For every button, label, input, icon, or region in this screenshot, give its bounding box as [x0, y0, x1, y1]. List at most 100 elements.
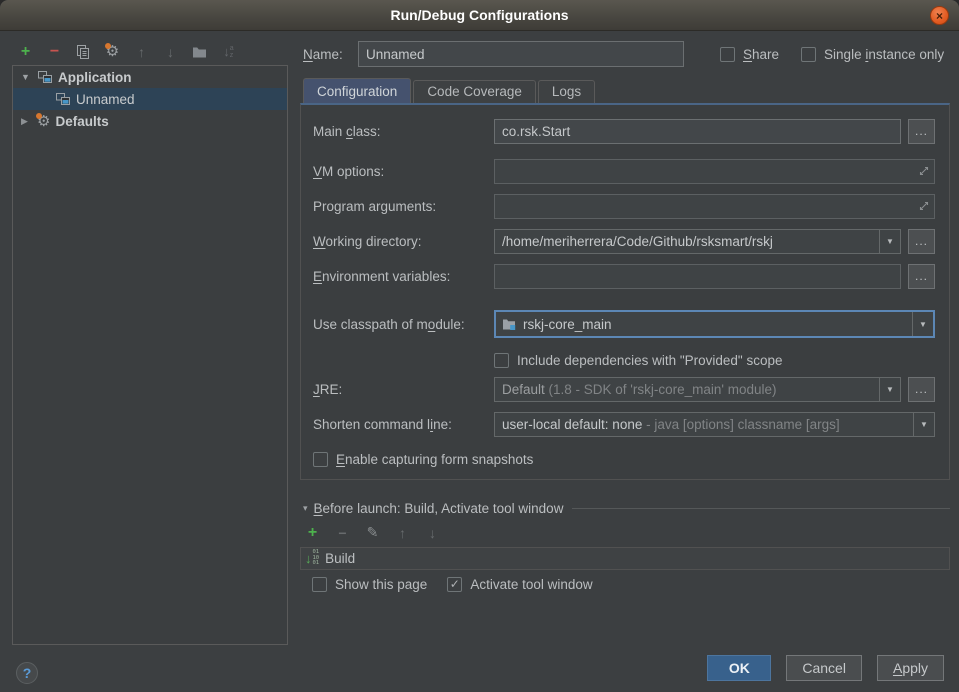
tab-bar: Configuration Code Coverage Logs — [303, 79, 950, 103]
program-arguments-input[interactable] — [494, 194, 935, 219]
plus-icon: + — [21, 43, 30, 61]
main-class-label: Main class: — [313, 124, 494, 139]
tree-item-application[interactable]: ▼ Application — [13, 66, 287, 88]
working-directory-combo[interactable]: /home/meriherrera/Code/Github/rsksmart/r… — [494, 229, 901, 254]
edit-task-button[interactable]: ✎ — [365, 525, 380, 540]
jre-browse-button[interactable]: ... — [908, 377, 935, 402]
before-launch-checkboxes: Show this page ✓ Activate tool window — [312, 577, 593, 592]
shorten-command-line-value: user-local default: none - java [options… — [495, 417, 913, 432]
dropdown-arrow-icon[interactable]: ▼ — [912, 312, 933, 336]
apply-button[interactable]: Apply — [877, 655, 944, 681]
help-button[interactable]: ? — [16, 662, 38, 684]
create-folder-button[interactable] — [191, 43, 208, 60]
jre-combo[interactable]: Default (1.8 - SDK of 'rskj-core_main' m… — [494, 377, 901, 402]
working-directory-label: Working directory: — [313, 234, 494, 249]
close-button[interactable]: × — [930, 6, 949, 25]
environment-variables-browse-button[interactable]: ... — [908, 264, 935, 289]
tab-configuration[interactable]: Configuration — [303, 78, 411, 103]
program-arguments-row: Program arguments: — [313, 193, 935, 219]
pencil-icon: ✎ — [367, 524, 379, 541]
dropdown-arrow-icon[interactable]: ▼ — [879, 230, 900, 253]
expand-icon[interactable] — [918, 165, 930, 180]
single-instance-checkbox-group[interactable]: Single instance only — [801, 47, 944, 62]
main-class-input[interactable] — [494, 119, 901, 144]
tab-code-coverage[interactable]: Code Coverage — [413, 80, 536, 103]
remove-configuration-button[interactable]: − — [46, 43, 63, 60]
shorten-command-line-combo[interactable]: user-local default: none - java [options… — [494, 412, 935, 437]
collapsed-arrow-icon[interactable]: ▶ — [21, 116, 37, 127]
vm-options-input[interactable] — [494, 159, 935, 184]
move-down-button[interactable]: ↓ — [162, 43, 179, 60]
share-checkbox-group[interactable]: Share — [720, 47, 779, 62]
tree-item-unnamed[interactable]: Unnamed — [13, 88, 287, 110]
before-launch-header[interactable]: ▾ Before launch: Build, Activate tool wi… — [303, 501, 950, 516]
tree-item-label: Application — [58, 70, 132, 85]
classpath-module-combo[interactable]: rskj-core_main ▼ — [494, 310, 935, 338]
name-input[interactable] — [358, 41, 684, 67]
section-collapse-icon[interactable]: ▾ — [303, 503, 308, 514]
activate-tool-window-checkbox[interactable]: ✓ — [447, 577, 462, 592]
copy-configuration-button[interactable] — [75, 43, 92, 60]
environment-variables-input[interactable] — [494, 264, 901, 289]
dropdown-arrow-icon[interactable]: ▼ — [913, 413, 934, 436]
dropdown-arrow-icon[interactable]: ▼ — [879, 378, 900, 401]
task-down-button[interactable]: ↓ — [425, 525, 440, 540]
folder-icon — [192, 45, 207, 58]
working-directory-row: Working directory: /home/meriherrera/Cod… — [313, 228, 935, 254]
remove-task-button[interactable]: − — [335, 525, 350, 540]
before-launch-task-list: ↓ 011001 Build — [300, 547, 950, 570]
activate-tool-window-checkbox-group[interactable]: ✓ Activate tool window — [447, 577, 592, 592]
share-checkbox[interactable] — [720, 47, 735, 62]
cancel-button[interactable]: Cancel — [786, 655, 862, 681]
classpath-module-label: Use classpath of module: — [313, 317, 494, 332]
single-instance-checkbox[interactable] — [801, 47, 816, 62]
jre-value: Default (1.8 - SDK of 'rskj-core_main' m… — [495, 382, 879, 397]
add-task-button[interactable]: + — [305, 525, 320, 540]
main-class-row: Main class: ... — [313, 118, 935, 144]
wrench-icon: ⚙ — [106, 44, 119, 59]
classpath-module-value: rskj-core_main — [516, 317, 912, 332]
include-provided-checkbox-group[interactable]: Include dependencies with "Provided" sco… — [494, 353, 783, 368]
working-directory-browse-button[interactable]: ... — [908, 229, 935, 254]
tree-item-defaults[interactable]: ▶ ⚙ Defaults — [13, 110, 287, 132]
include-provided-checkbox[interactable] — [494, 353, 509, 368]
sort-az-icon: ↓ az — [223, 44, 233, 59]
configurations-tree: ▼ Application Unnamed ▶ ⚙ Defaults — [12, 65, 288, 645]
task-up-button[interactable]: ↑ — [395, 525, 410, 540]
titlebar[interactable]: Run/Debug Configurations × — [0, 0, 959, 31]
sort-configurations-button[interactable]: ↓ az — [220, 43, 237, 60]
main-class-browse-button[interactable]: ... — [908, 119, 935, 144]
question-mark-icon: ? — [23, 665, 32, 681]
close-icon: × — [936, 9, 943, 23]
environment-variables-label: Environment variables: — [313, 269, 494, 284]
working-directory-value: /home/meriherrera/Code/Github/rsksmart/r… — [495, 234, 879, 249]
window-title: Run/Debug Configurations — [390, 7, 568, 23]
wrench-icon: ⚙ — [37, 114, 50, 129]
form-snapshots-row: Enable capturing form snapshots — [313, 446, 935, 472]
single-instance-label: Single instance only — [824, 47, 944, 62]
expand-icon[interactable] — [918, 200, 930, 215]
form-snapshots-checkbox-group[interactable]: Enable capturing form snapshots — [313, 452, 533, 467]
show-this-page-checkbox-group[interactable]: Show this page — [312, 577, 427, 592]
environment-variables-row: Environment variables: ... — [313, 263, 935, 289]
task-item-build[interactable]: Build — [325, 551, 355, 566]
program-arguments-label: Program arguments: — [313, 199, 494, 214]
form-snapshots-checkbox[interactable] — [313, 452, 328, 467]
copy-icon — [76, 44, 91, 60]
add-configuration-button[interactable]: + — [17, 43, 34, 60]
edit-defaults-button[interactable]: ⚙ — [104, 43, 121, 60]
ellipsis-icon: ... — [915, 382, 928, 396]
check-icon: ✓ — [450, 578, 460, 590]
ok-button[interactable]: OK — [707, 655, 771, 681]
tab-logs[interactable]: Logs — [538, 80, 595, 103]
dialog-buttons: OK Cancel Apply — [707, 655, 944, 681]
dialog-body: + − ⚙ ↑ ↓ ↓ az — [0, 31, 959, 692]
before-launch-title: Before launch: Build, Activate tool wind… — [314, 501, 564, 516]
module-icon — [502, 318, 516, 330]
expanded-arrow-icon[interactable]: ▼ — [21, 72, 37, 82]
move-up-button[interactable]: ↑ — [133, 43, 150, 60]
minus-icon: − — [338, 525, 346, 541]
show-this-page-checkbox[interactable] — [312, 577, 327, 592]
jre-row: JRE: Default (1.8 - SDK of 'rskj-core_ma… — [313, 376, 935, 402]
configurations-sidebar: + − ⚙ ↑ ↓ ↓ az — [0, 31, 300, 692]
